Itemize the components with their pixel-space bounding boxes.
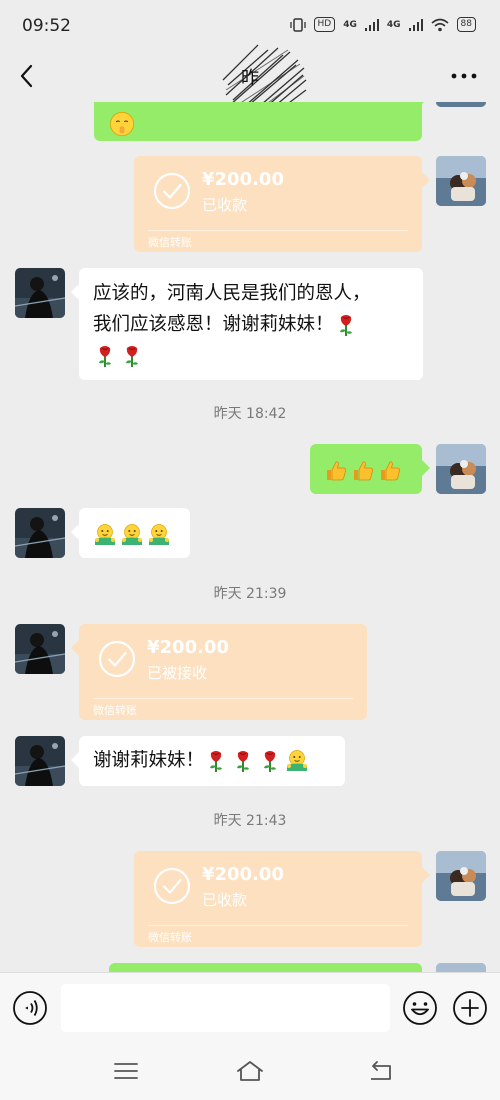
status-icons: HD 4G 4G 88 — [289, 17, 476, 32]
message-bubble-partial[interactable] — [94, 102, 430, 141]
my-avatar[interactable] — [436, 851, 486, 901]
system-nav-bar — [0, 1042, 500, 1100]
chat-header: 昨 — [0, 44, 500, 117]
message-text: 谢谢莉妹妹！ — [93, 750, 205, 771]
smiley-icon[interactable] — [402, 990, 438, 1026]
rose-icon — [334, 313, 358, 337]
plus-circle-icon[interactable] — [452, 990, 488, 1026]
transfer-status: 已被接收 — [147, 664, 208, 682]
message-bubble[interactable] — [71, 508, 190, 558]
transfer-status: 已收款 — [202, 891, 248, 909]
battery-level: 88 — [456, 17, 476, 32]
message-input[interactable] — [61, 984, 390, 1032]
check-circle-icon — [152, 866, 192, 906]
rose-icon — [120, 344, 144, 368]
message-bubble[interactable]: 应该的，河南人民是我们的恩人， 我们应该感恩！谢谢莉妹妹！ — [71, 268, 423, 380]
rose-icon — [258, 749, 282, 773]
check-circle-icon — [97, 639, 137, 679]
transfer-footer: 微信转账 — [148, 236, 192, 249]
back-arrow-icon[interactable] — [366, 1056, 396, 1086]
transfer-divider — [93, 698, 353, 699]
contact-avatar[interactable] — [15, 508, 65, 558]
transfer-card[interactable]: ¥200.00 已收款 微信转账 — [134, 156, 430, 252]
thumbs-up-icon — [351, 459, 375, 483]
input-bar — [0, 972, 500, 1042]
transfer-divider — [148, 230, 408, 231]
contact-avatar[interactable] — [15, 736, 65, 786]
rose-icon — [93, 344, 117, 368]
timestamp: 昨天 21:43 — [213, 813, 287, 829]
transfer-amount: ¥200.00 — [202, 169, 284, 190]
contact-avatar[interactable] — [15, 268, 65, 318]
message-bubble[interactable]: 谢谢莉妹妹！ — [71, 736, 345, 786]
transfer-card[interactable]: ¥200.00 已被接收 微信转账 — [71, 624, 367, 720]
message-line — [93, 340, 409, 371]
network-4g-label: 4G — [343, 19, 357, 30]
status-time: 09:52 — [22, 16, 71, 36]
hd-badge: HD — [313, 17, 336, 32]
hug-icon — [120, 523, 144, 547]
hug-icon — [147, 523, 171, 547]
transfer-divider — [148, 925, 408, 926]
rose-icon — [231, 749, 255, 773]
my-avatar[interactable] — [436, 444, 486, 494]
my-avatar[interactable] — [436, 963, 486, 972]
timestamp: 昨天 21:39 — [213, 586, 287, 602]
transfer-amount: ¥200.00 — [147, 637, 229, 658]
voice-icon[interactable] — [12, 990, 48, 1026]
message-line: 我们应该感恩！谢谢莉妹妹！ — [93, 309, 409, 340]
network-4g-label-2: 4G — [386, 19, 401, 30]
signal-icon — [364, 18, 379, 31]
contact-avatar[interactable] — [15, 624, 65, 674]
timestamp: 昨天 18:42 — [213, 406, 287, 422]
transfer-status: 已收款 — [202, 196, 248, 214]
transfer-footer: 微信转账 — [148, 931, 192, 944]
transfer-amount: ¥200.00 — [202, 864, 284, 885]
menu-icon[interactable] — [111, 1056, 141, 1086]
hug-icon — [93, 523, 117, 547]
transfer-footer: 微信转账 — [93, 704, 137, 717]
message-line: 应该的，河南人民是我们的恩人， — [93, 283, 371, 304]
signal-icon-2 — [408, 18, 423, 31]
my-avatar[interactable] — [436, 156, 486, 206]
my-avatar[interactable] — [436, 102, 486, 107]
shush-emoji-icon — [109, 111, 135, 137]
transfer-card[interactable]: ¥200.00 已收款 微信转账 — [134, 851, 430, 947]
home-icon[interactable] — [235, 1056, 265, 1086]
message-bubble[interactable] — [310, 444, 430, 494]
wifi-icon — [431, 18, 449, 31]
check-circle-icon — [152, 171, 192, 211]
thumbs-up-icon — [378, 459, 402, 483]
more-dots-icon[interactable] — [448, 64, 480, 88]
message-bubble-partial[interactable] — [109, 963, 422, 972]
thumbs-up-icon — [324, 459, 348, 483]
vibrate-icon — [289, 17, 306, 32]
hug-icon — [285, 749, 309, 773]
chat-area[interactable]: ¥200.00 已收款 微信转账 应该的，河南人民是我们的恩人， 我们应该感恩！… — [0, 102, 500, 972]
rose-icon — [204, 749, 228, 773]
